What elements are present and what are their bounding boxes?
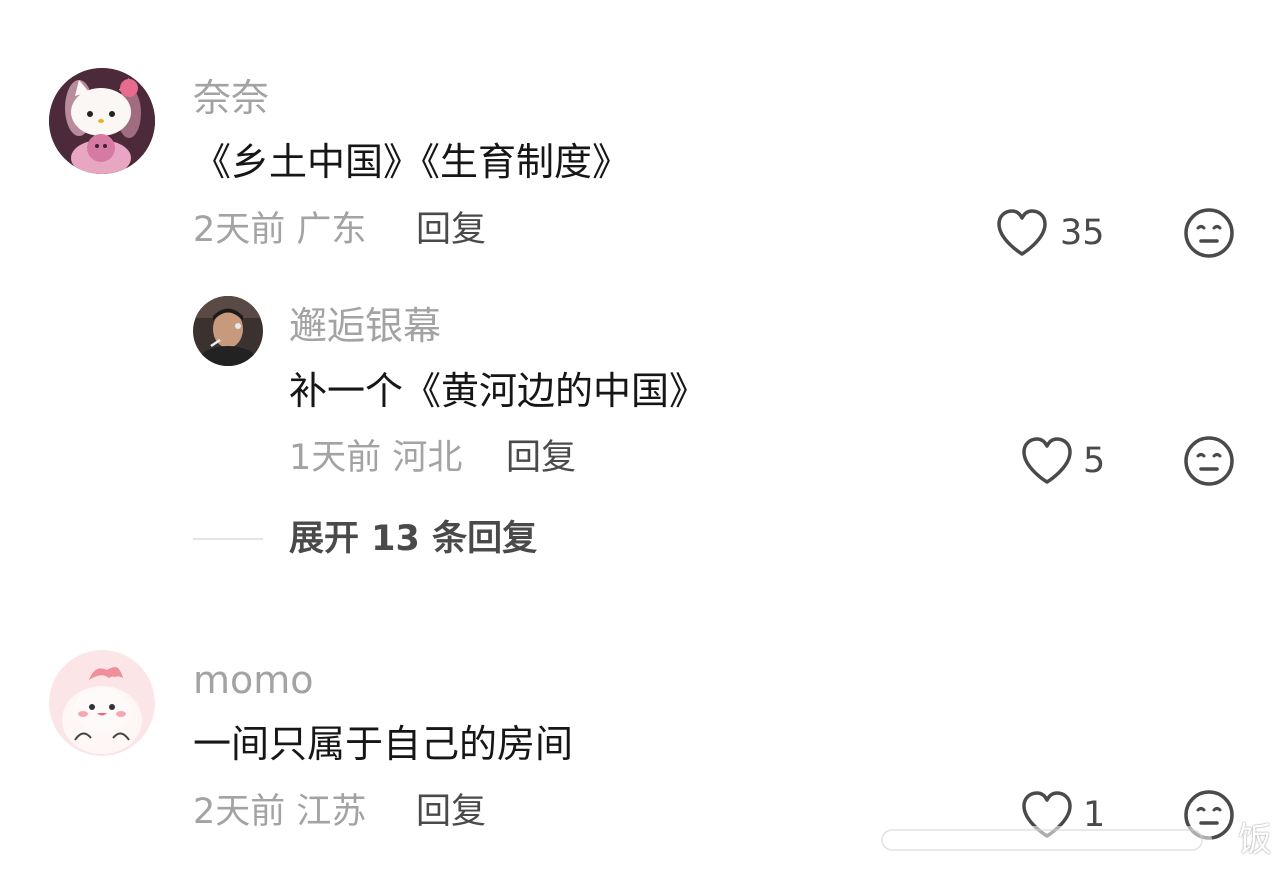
reply-meta: 1天前 河北: [289, 438, 463, 478]
comment-meta: 2天前 江苏: [193, 792, 367, 832]
heart-icon[interactable]: [1020, 436, 1074, 486]
reply-username[interactable]: 邂逅银幕: [289, 307, 441, 345]
reply-button[interactable]: 回复: [416, 213, 486, 248]
like-count: 35: [1060, 213, 1105, 253]
comment-meta: 2天前 广东: [193, 210, 367, 250]
comment-content: 《乡土中国》《生育制度》: [193, 140, 631, 184]
comment-username[interactable]: 奈奈: [193, 79, 269, 117]
heart-icon[interactable]: [995, 208, 1049, 258]
meh-face-icon[interactable]: [1183, 435, 1235, 487]
comment-content: 一间只属于自己的房间: [193, 722, 574, 766]
avatar-xiehou[interactable]: [193, 296, 263, 366]
reply-content: 补一个《黄河边的中国》: [289, 369, 708, 413]
reply-button[interactable]: 回复: [506, 441, 576, 476]
avatar-nainai[interactable]: [49, 68, 155, 174]
expand-divider: [193, 538, 263, 540]
meh-face-icon[interactable]: [1183, 207, 1235, 259]
reply-button[interactable]: 回复: [416, 795, 486, 830]
avatar-momo[interactable]: [49, 650, 155, 756]
like-count: 5: [1083, 441, 1106, 481]
comment-username[interactable]: momo: [193, 661, 314, 699]
expand-replies-button[interactable]: 展开 13 条回复: [289, 522, 537, 557]
watermark-text: 饭: [1238, 820, 1272, 860]
watermark-strip-icon: [872, 820, 1212, 860]
